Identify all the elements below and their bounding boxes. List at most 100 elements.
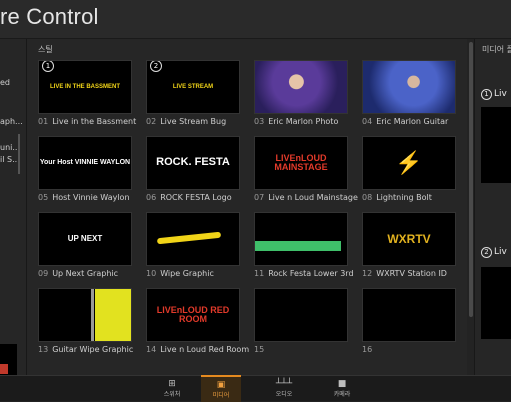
left-item[interactable]: aph... [0, 117, 23, 126]
media-tile-08[interactable]: ⚡ [362, 136, 456, 190]
media-tile-16[interactable] [362, 288, 456, 342]
media-slot-number: 02 [146, 117, 157, 126]
media-slot-label: ROCK FESTA Logo [160, 193, 232, 202]
media-slot-label: Wipe Graphic [160, 269, 214, 278]
media-player-panel: 미디어 플레 1Liv 2Liv [474, 39, 511, 375]
player-assign-badge: 2 [150, 61, 162, 72]
media-slot-number: 10 [146, 269, 157, 278]
media-pool: 스틸 LIVE IN THE BASSMENT 1 01 Live in the Ba… [27, 39, 467, 375]
tab-audio[interactable]: ┴┴┴ 오디오 [264, 376, 304, 401]
media-tile-01[interactable]: LIVE IN THE BASSMENT 1 [38, 60, 132, 114]
media-tile-caption: 14 Live n Loud Red Room [146, 345, 249, 354]
media-tile-02[interactable]: LIVE STREAM 2 [146, 60, 240, 114]
media-tile-12[interactable]: WXRTV [362, 212, 456, 266]
media-slot-label: Guitar Wipe Graphic [52, 345, 134, 354]
media-tile-03[interactable] [254, 60, 348, 114]
left-scrollbar[interactable] [18, 134, 20, 174]
tile-art: ⚡ [395, 150, 423, 176]
section-label-stills: 스틸 [38, 45, 53, 54]
media-slot-number: 13 [38, 345, 49, 354]
player-assign-badge: 1 [42, 61, 54, 72]
media-player-1-title[interactable]: 1 Liv [481, 89, 507, 100]
media-tile-15[interactable] [254, 288, 348, 342]
media-slot-number: 08 [362, 193, 373, 202]
bottom-tab-bar: ⊞ 스위처 ▣ 미디어 ┴┴┴ 오디오 ■ 카메라 [0, 375, 511, 402]
yellow-panel [95, 289, 131, 341]
media-slot-number: 15 [254, 345, 265, 354]
guitar-shape [91, 289, 94, 341]
media-tile-caption: 05 Host Vinnie Waylon [38, 193, 130, 202]
media-slot-number: 09 [38, 269, 49, 278]
media-player-1-screen[interactable] [481, 107, 511, 183]
media-slot-number: 14 [146, 345, 157, 354]
tab-media[interactable]: ▣ 미디어 [201, 375, 241, 402]
media-tile-caption: 01 Live in the Bassment [38, 117, 136, 126]
tile-art: WXRTV [387, 231, 431, 246]
camera-icon: ■ [337, 379, 347, 389]
media-scrollbar[interactable] [469, 42, 473, 317]
tile-art: UP NEXT [67, 233, 103, 243]
media-slot-number: 12 [362, 269, 373, 278]
media-slot-number: 05 [38, 193, 49, 202]
media-player-label: 미디어 플레 [482, 45, 511, 54]
app-title: re Control [0, 4, 99, 29]
media-slot-label: Eric Marlon Guitar [376, 117, 449, 126]
switcher-icon: ⊞ [168, 379, 176, 389]
media-slot-label: Live n Loud Mainstage [268, 193, 358, 202]
left-item[interactable]: il S... [0, 155, 20, 164]
tile-art: Your Host VINNIE WAYLON [39, 159, 131, 167]
media-tile-11[interactable] [254, 212, 348, 266]
media-tile-caption: 13 Guitar Wipe Graphic [38, 345, 133, 354]
media-tile-07[interactable]: LIVEnLOUD MAINSTAGE [254, 136, 348, 190]
media-slot-label: Rock Festa Lower 3rd [268, 269, 354, 278]
media-slot-number: 07 [254, 193, 265, 202]
media-slot-number: 03 [254, 117, 265, 126]
media-slot-label: Up Next Graphic [52, 269, 119, 278]
media-slot-number: 16 [362, 345, 373, 354]
title-bar: re Control [0, 0, 511, 39]
media-tile-caption: 02 Live Stream Bug [146, 117, 226, 126]
media-slot-label: Live in the Bassment [52, 117, 137, 126]
media-tile-04[interactable] [362, 60, 456, 114]
tile-art: LIVEnLOUD RED ROOM [156, 304, 230, 324]
media-player-2-screen[interactable] [481, 267, 511, 339]
media-slot-number: 01 [38, 117, 49, 126]
media-tile-caption: 11 Rock Festa Lower 3rd [254, 269, 354, 278]
left-item[interactable]: uni... [0, 143, 20, 152]
media-tile-caption: 03 Eric Marlon Photo [254, 117, 338, 126]
media-slot-label: Lightning Bolt [376, 193, 432, 202]
media-tile-14[interactable]: LIVEnLOUD RED ROOM [146, 288, 240, 342]
media-tile-caption: 12 WXRTV Station ID [362, 269, 447, 278]
media-tile-09[interactable]: UP NEXT [38, 212, 132, 266]
audio-icon: ┴┴┴ [275, 379, 293, 389]
media-tile-caption: 07 Live n Loud Mainstage [254, 193, 358, 202]
media-tile-05[interactable]: Your Host VINNIE WAYLON [38, 136, 132, 190]
lower-third-bar [255, 241, 341, 251]
media-tile-caption: 15 [254, 345, 268, 354]
media-icon: ▣ [216, 380, 226, 390]
media-tile-13[interactable] [38, 288, 132, 342]
media-slot-label: Live Stream Bug [160, 117, 227, 126]
tile-art: ROCK. FESTA [156, 156, 230, 169]
media-tile-caption: 10 Wipe Graphic [146, 269, 214, 278]
media-tile-caption: 09 Up Next Graphic [38, 269, 118, 278]
media-slot-label: Live n Loud Red Room [160, 345, 250, 354]
wipe-stroke [156, 231, 222, 245]
media-tile-06[interactable]: ROCK. FESTA [146, 136, 240, 190]
media-tile-caption: 06 ROCK FESTA Logo [146, 193, 232, 202]
tile-art: LIVEnLOUD MAINSTAGE [274, 152, 328, 172]
left-item[interactable]: ed [0, 78, 10, 87]
tab-switcher[interactable]: ⊞ 스위처 [152, 376, 192, 401]
media-slot-number: 04 [362, 117, 373, 126]
media-slot-label: Host Vinnie Waylon [52, 193, 130, 202]
media-tile-caption: 08 Lightning Bolt [362, 193, 432, 202]
media-player-2-title[interactable]: 2 Liv [481, 247, 507, 258]
media-slot-label: Eric Marlon Photo [268, 117, 339, 126]
media-slot-number: 11 [254, 269, 265, 278]
media-slot-number: 06 [146, 193, 157, 202]
left-preview [0, 344, 17, 375]
left-panel[interactable]: ed aph... uni... il S... [0, 39, 27, 375]
media-slot-label: WXRTV Station ID [376, 269, 447, 278]
media-tile-10[interactable] [146, 212, 240, 266]
tab-camera[interactable]: ■ 카메라 [322, 376, 362, 401]
